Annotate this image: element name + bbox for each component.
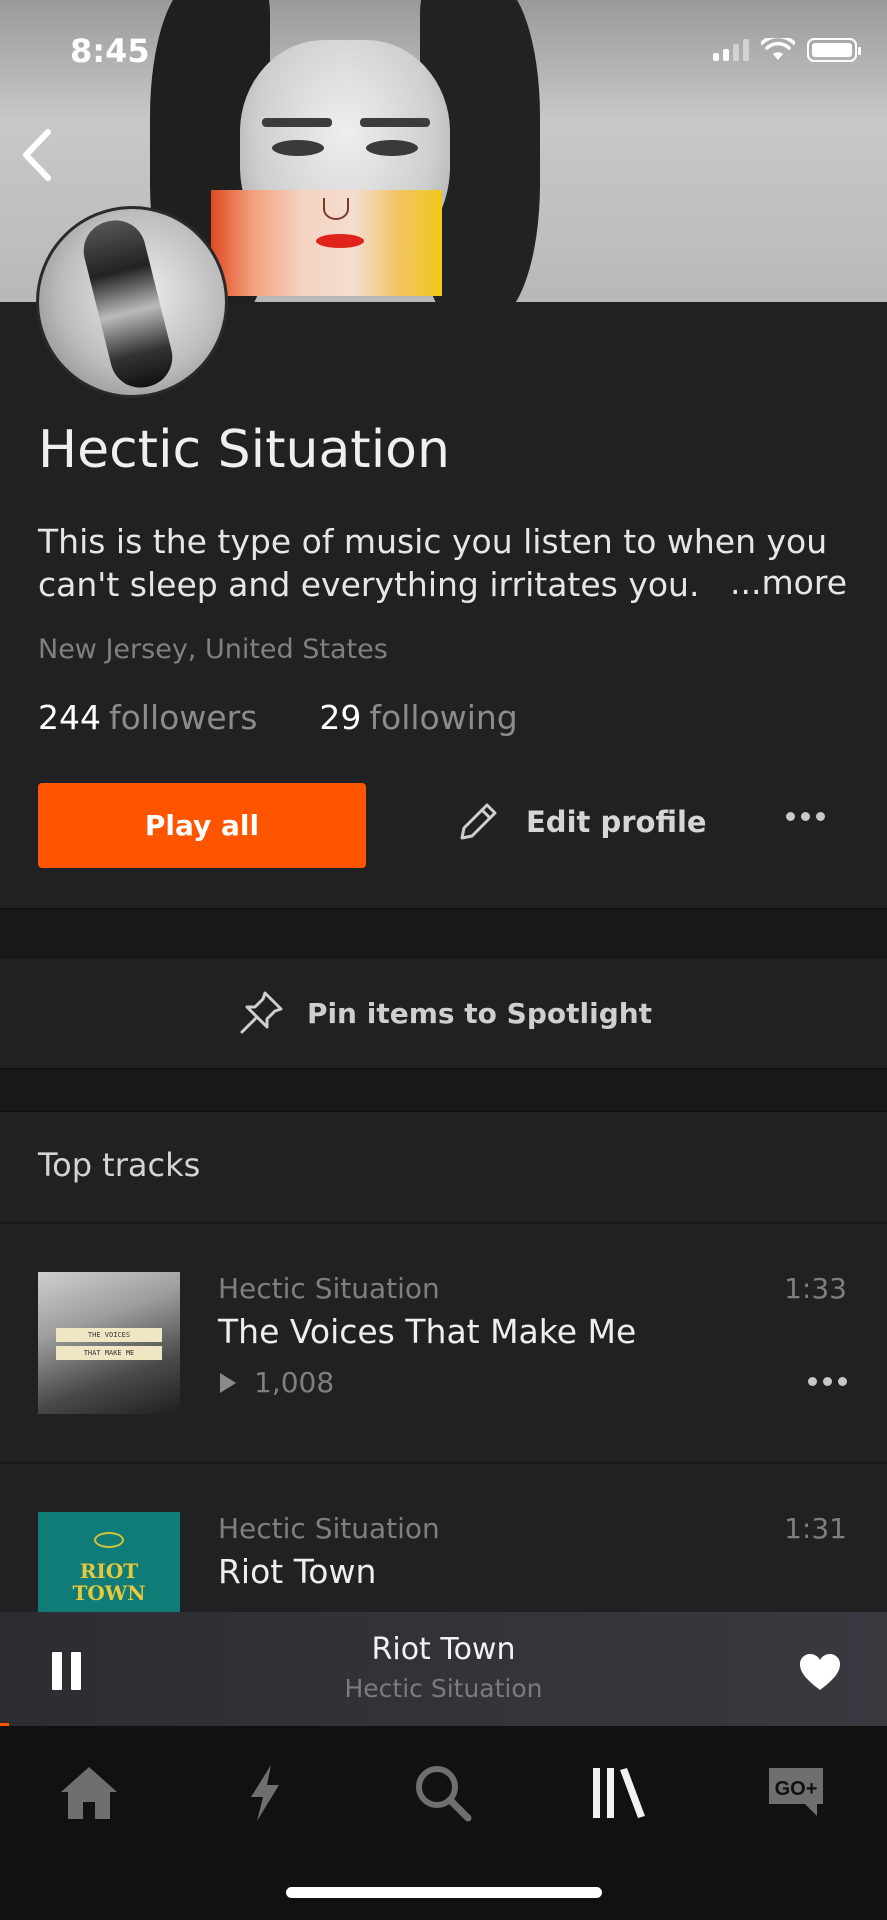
track-title: Riot Town bbox=[218, 1552, 377, 1591]
status-time: 8:45 bbox=[70, 32, 150, 70]
track-duration: 1:33 bbox=[784, 1272, 847, 1305]
profile-location: New Jersey, United States bbox=[38, 634, 388, 665]
track-artwork: THE VOICES THAT MAKE ME bbox=[38, 1272, 180, 1414]
tab-stream[interactable] bbox=[230, 1758, 300, 1828]
edit-profile-button[interactable]: Edit profile bbox=[454, 798, 707, 846]
mini-player-artist: Hectic Situation bbox=[344, 1674, 543, 1703]
track-play-count: 1,008 bbox=[254, 1366, 335, 1399]
stream-icon bbox=[251, 1765, 279, 1821]
wifi-icon bbox=[761, 38, 795, 60]
track-more-icon[interactable] bbox=[808, 1377, 847, 1386]
home-indicator bbox=[286, 1887, 602, 1898]
library-icon bbox=[593, 1768, 645, 1818]
spotlight-label: Pin items to Spotlight bbox=[306, 996, 653, 1030]
pin-spotlight-button[interactable]: Pin items to Spotlight bbox=[0, 958, 887, 1068]
play-all-button[interactable]: Play all bbox=[38, 783, 366, 868]
pin-icon bbox=[240, 991, 283, 1034]
svg-text:GO+: GO+ bbox=[775, 1778, 818, 1800]
heart-icon[interactable] bbox=[798, 1652, 842, 1692]
play-count-icon bbox=[220, 1372, 236, 1393]
more-options-icon[interactable] bbox=[786, 812, 825, 821]
section-separator bbox=[0, 1068, 887, 1112]
banner-collage bbox=[211, 190, 442, 296]
pencil-icon bbox=[460, 803, 497, 840]
track-artist: Hectic Situation bbox=[218, 1512, 440, 1545]
track-duration: 1:31 bbox=[784, 1512, 847, 1545]
following-stat[interactable]: 29 following bbox=[319, 698, 517, 737]
track-title: The Voices That Make Me bbox=[218, 1312, 637, 1351]
status-icons bbox=[713, 38, 861, 62]
following-count: 29 bbox=[319, 698, 362, 737]
track-artist: Hectic Situation bbox=[218, 1272, 440, 1305]
bio-more-link[interactable]: ...more bbox=[730, 563, 847, 602]
followers-label: followers bbox=[109, 698, 258, 737]
mini-player[interactable]: Riot Town Hectic Situation bbox=[0, 1612, 887, 1726]
followers-count: 244 bbox=[38, 698, 101, 737]
battery-icon bbox=[807, 38, 861, 62]
tab-library[interactable] bbox=[584, 1758, 654, 1828]
signal-icon bbox=[713, 39, 749, 61]
track-row[interactable]: THE VOICES THAT MAKE ME Hectic Situation… bbox=[0, 1222, 887, 1460]
mini-player-title: Riot Town bbox=[371, 1632, 516, 1667]
edit-profile-label: Edit profile bbox=[526, 805, 707, 839]
tab-home[interactable] bbox=[54, 1758, 124, 1828]
go-plus-icon: GO+ bbox=[769, 1768, 823, 1816]
home-icon bbox=[61, 1767, 117, 1819]
avatar bbox=[36, 206, 228, 398]
back-arrow-icon[interactable] bbox=[18, 128, 58, 182]
track-plays: 1,008 bbox=[218, 1366, 334, 1399]
tab-search[interactable] bbox=[408, 1758, 478, 1828]
search-icon bbox=[416, 1766, 472, 1822]
followers-stat[interactable]: 244 followers bbox=[38, 698, 257, 737]
profile-stats: 244 followers 29 following bbox=[38, 698, 518, 737]
section-separator bbox=[0, 908, 887, 958]
tab-go-plus[interactable]: GO+ bbox=[762, 1758, 832, 1828]
following-label: following bbox=[369, 698, 518, 737]
top-tracks-heading: Top tracks bbox=[38, 1146, 201, 1184]
profile-name: Hectic Situation bbox=[38, 420, 450, 480]
